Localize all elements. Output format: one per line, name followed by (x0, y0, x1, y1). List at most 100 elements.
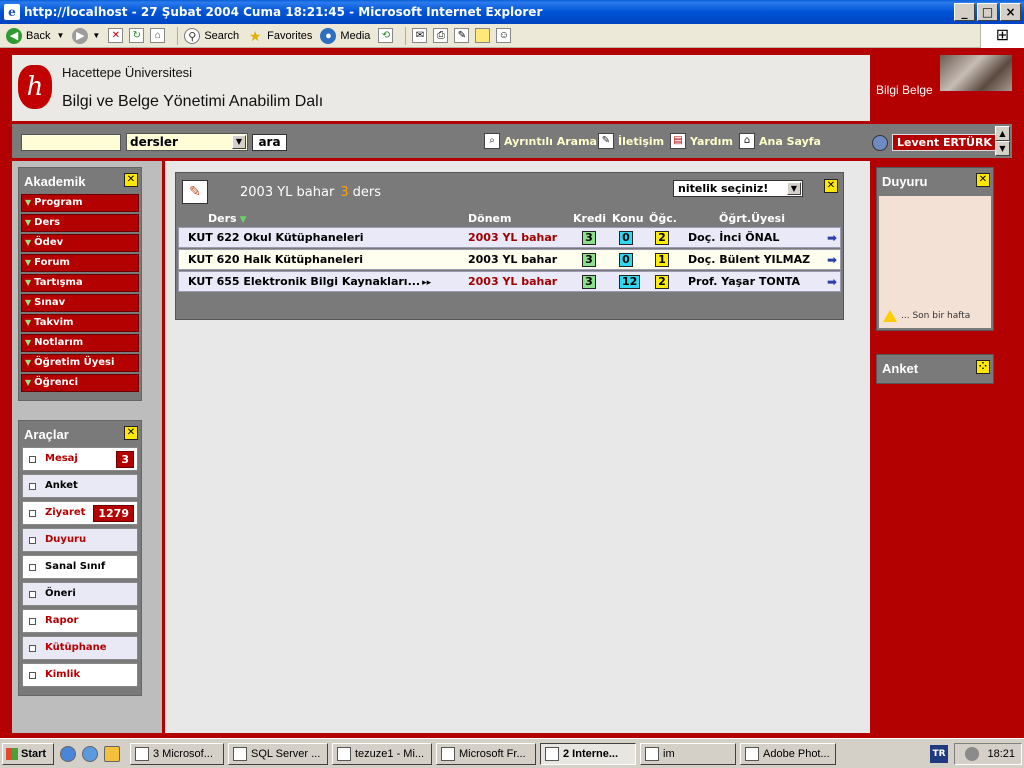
taskbar-task[interactable]: im (640, 742, 736, 765)
user-name[interactable]: Levent ERTÜRK (892, 134, 997, 151)
course-teacher[interactable]: Doç. İnci ÖNAL (688, 231, 779, 244)
nav-link-advanced-search[interactable]: ⌕ Ayrıntılı Arama (484, 133, 597, 149)
akademik-item[interactable]: ▼ Öğrenci (21, 374, 139, 392)
topic-badge[interactable]: 0 (619, 231, 633, 245)
akademik-item[interactable]: ▼ Program (21, 194, 139, 212)
minimize-button[interactable]: _ (954, 3, 975, 21)
taskbar-task[interactable]: SQL Server ... (228, 742, 328, 765)
column-header-course[interactable]: Ders ▼ (208, 212, 247, 225)
table-row[interactable]: KUT 655 Elektronik Bilgi Kaynakları... ▸▸… (178, 271, 841, 292)
chevron-down-icon[interactable]: ▼ (787, 182, 801, 195)
outlook-quicklaunch-icon[interactable] (82, 745, 98, 762)
taskbar-task[interactable]: tezuze1 - Mi... (332, 742, 432, 765)
course-name-cell[interactable]: KUT 622 Okul Kütüphaneleri (188, 231, 364, 244)
taskbar-task[interactable]: 3 Microsof... (130, 742, 224, 765)
tool-item[interactable]: Anket (22, 474, 138, 498)
university-name: Hacettepe Üniversitesi (62, 65, 193, 80)
messenger-icon[interactable]: ☺ (496, 28, 512, 43)
close-icon[interactable]: ✕ (124, 426, 138, 440)
tool-item[interactable]: Mesaj 3 (22, 447, 138, 471)
category-select[interactable]: dersler ▼ (126, 133, 248, 151)
window-title-bar[interactable]: e http://localhost - 27 Şubat 2004 Cuma … (0, 0, 1024, 24)
akademik-item[interactable]: ▼ Ders (21, 214, 139, 232)
print-icon[interactable]: ⎙ (433, 28, 449, 43)
stop-icon[interactable]: ✕ (108, 28, 124, 43)
tool-item[interactable]: Ziyaret 1279 (22, 501, 138, 525)
close-icon[interactable]: ✕ (124, 173, 138, 187)
scroll-up-button[interactable]: ▲ (995, 126, 1010, 141)
language-indicator[interactable]: TR (930, 745, 948, 763)
nav-link-help[interactable]: ▤ Yardım (670, 133, 733, 149)
topic-badge[interactable]: 12 (619, 275, 641, 289)
akademik-item[interactable]: ▼ Sınav (21, 294, 139, 312)
media-quicklaunch-icon[interactable] (104, 745, 120, 762)
start-button[interactable]: Start (2, 742, 54, 765)
course-name-cell[interactable]: KUT 655 Elektronik Bilgi Kaynakları... ▸▸ (188, 275, 431, 288)
close-window-button[interactable]: × (1000, 3, 1021, 21)
course-name-cell[interactable]: KUT 620 Halk Kütüphaneleri (188, 253, 363, 266)
edit-icon[interactable]: ✎ (454, 28, 470, 43)
media-button[interactable]: ● Media (320, 27, 370, 44)
arrow-right-icon[interactable]: ➡ (827, 275, 837, 289)
announcement-item[interactable]: ... Son bir hafta (883, 310, 970, 322)
nav-link-contact[interactable]: ✎ İletişim (598, 133, 664, 149)
tool-item[interactable]: Kütüphane (22, 636, 138, 660)
expand-icon[interactable]: ⁘ (976, 360, 990, 374)
forward-dropdown-icon[interactable]: ▼ (92, 31, 100, 40)
ie-quicklaunch-icon[interactable] (60, 745, 76, 762)
attribute-filter-select[interactable]: nitelik seçiniz! ▼ (673, 180, 803, 197)
scroll-down-button[interactable]: ▼ (995, 141, 1010, 156)
tray-icon[interactable] (965, 747, 980, 761)
close-icon[interactable]: ✕ (976, 173, 990, 187)
windows-logo-icon: ⊞ (980, 24, 1024, 48)
topic-badge[interactable]: 0 (619, 253, 633, 267)
favorites-button[interactable]: ★ Favorites (247, 28, 313, 44)
folder-icon[interactable] (475, 28, 491, 43)
akademik-item[interactable]: ▼ Öğretim Üyesi (21, 354, 139, 372)
arrow-right-icon[interactable]: ➡ (827, 231, 837, 245)
akademik-item[interactable]: ▼ Takvim (21, 314, 139, 332)
taskbar-task[interactable]: 2 Interne... (540, 742, 636, 765)
back-button[interactable]: ◀ Back ▼ (6, 27, 64, 44)
akademik-item-label: Sınav (34, 297, 66, 308)
student-badge[interactable]: 2 (655, 231, 669, 245)
tool-item[interactable]: Kimlik (22, 663, 138, 687)
tool-item[interactable]: Duyuru (22, 528, 138, 552)
column-header-topic: Konu (612, 212, 644, 225)
more-arrows-icon[interactable]: ▸▸ (422, 278, 431, 288)
search-button[interactable]: ⚲ Search (184, 27, 239, 44)
tool-item[interactable]: Sanal Sınıf (22, 555, 138, 579)
search-go-button[interactable]: ara (252, 134, 287, 151)
course-teacher[interactable]: Doç. Bülent YILMAZ (688, 253, 810, 266)
course-teacher[interactable]: Prof. Yaşar TONTA (688, 275, 800, 288)
category-selected-value: dersler (130, 135, 178, 149)
nav-link-home[interactable]: ⌂ Ana Sayfa (739, 133, 821, 149)
table-row[interactable]: KUT 622 Okul Kütüphaneleri 2003 YL bahar 3… (178, 227, 841, 248)
taskbar-task[interactable]: Adobe Phot... (740, 742, 836, 765)
akademik-item[interactable]: ▼ Forum (21, 254, 139, 272)
tool-item[interactable]: Rapor (22, 609, 138, 633)
akademik-item[interactable]: ▼ Notlarım (21, 334, 139, 352)
task-app-icon (745, 746, 759, 761)
back-dropdown-icon[interactable]: ▼ (56, 31, 64, 40)
akademik-item[interactable]: ▼ Tartışma (21, 274, 139, 292)
taskbar-task[interactable]: Microsoft Fr... (436, 742, 536, 765)
student-badge[interactable]: 2 (655, 275, 669, 289)
history-icon[interactable]: ⟲ (378, 28, 394, 43)
user-area[interactable]: Levent ERTÜRK (872, 134, 997, 151)
student-badge[interactable]: 1 (655, 253, 669, 267)
mail-icon[interactable]: ✉ (412, 28, 428, 43)
akademik-item[interactable]: ▼ Ödev (21, 234, 139, 252)
close-icon[interactable]: ✕ (824, 179, 838, 193)
search-input[interactable] (21, 134, 121, 151)
maximize-button[interactable]: □ (977, 3, 998, 21)
course-rows: KUT 622 Okul Kütüphaneleri 2003 YL bahar 3… (178, 227, 841, 292)
sort-down-icon[interactable]: ▼ (240, 215, 247, 225)
refresh-icon[interactable]: ↻ (129, 28, 145, 43)
tool-item[interactable]: Öneri (22, 582, 138, 606)
home-icon[interactable]: ⌂ (150, 28, 166, 43)
table-row[interactable]: KUT 620 Halk Kütüphaneleri 2003 YL bahar 3… (178, 249, 841, 270)
arrow-right-icon[interactable]: ➡ (827, 253, 837, 267)
forward-button[interactable]: ▶ ▼ (72, 27, 100, 44)
chevron-down-icon[interactable]: ▼ (232, 135, 246, 149)
